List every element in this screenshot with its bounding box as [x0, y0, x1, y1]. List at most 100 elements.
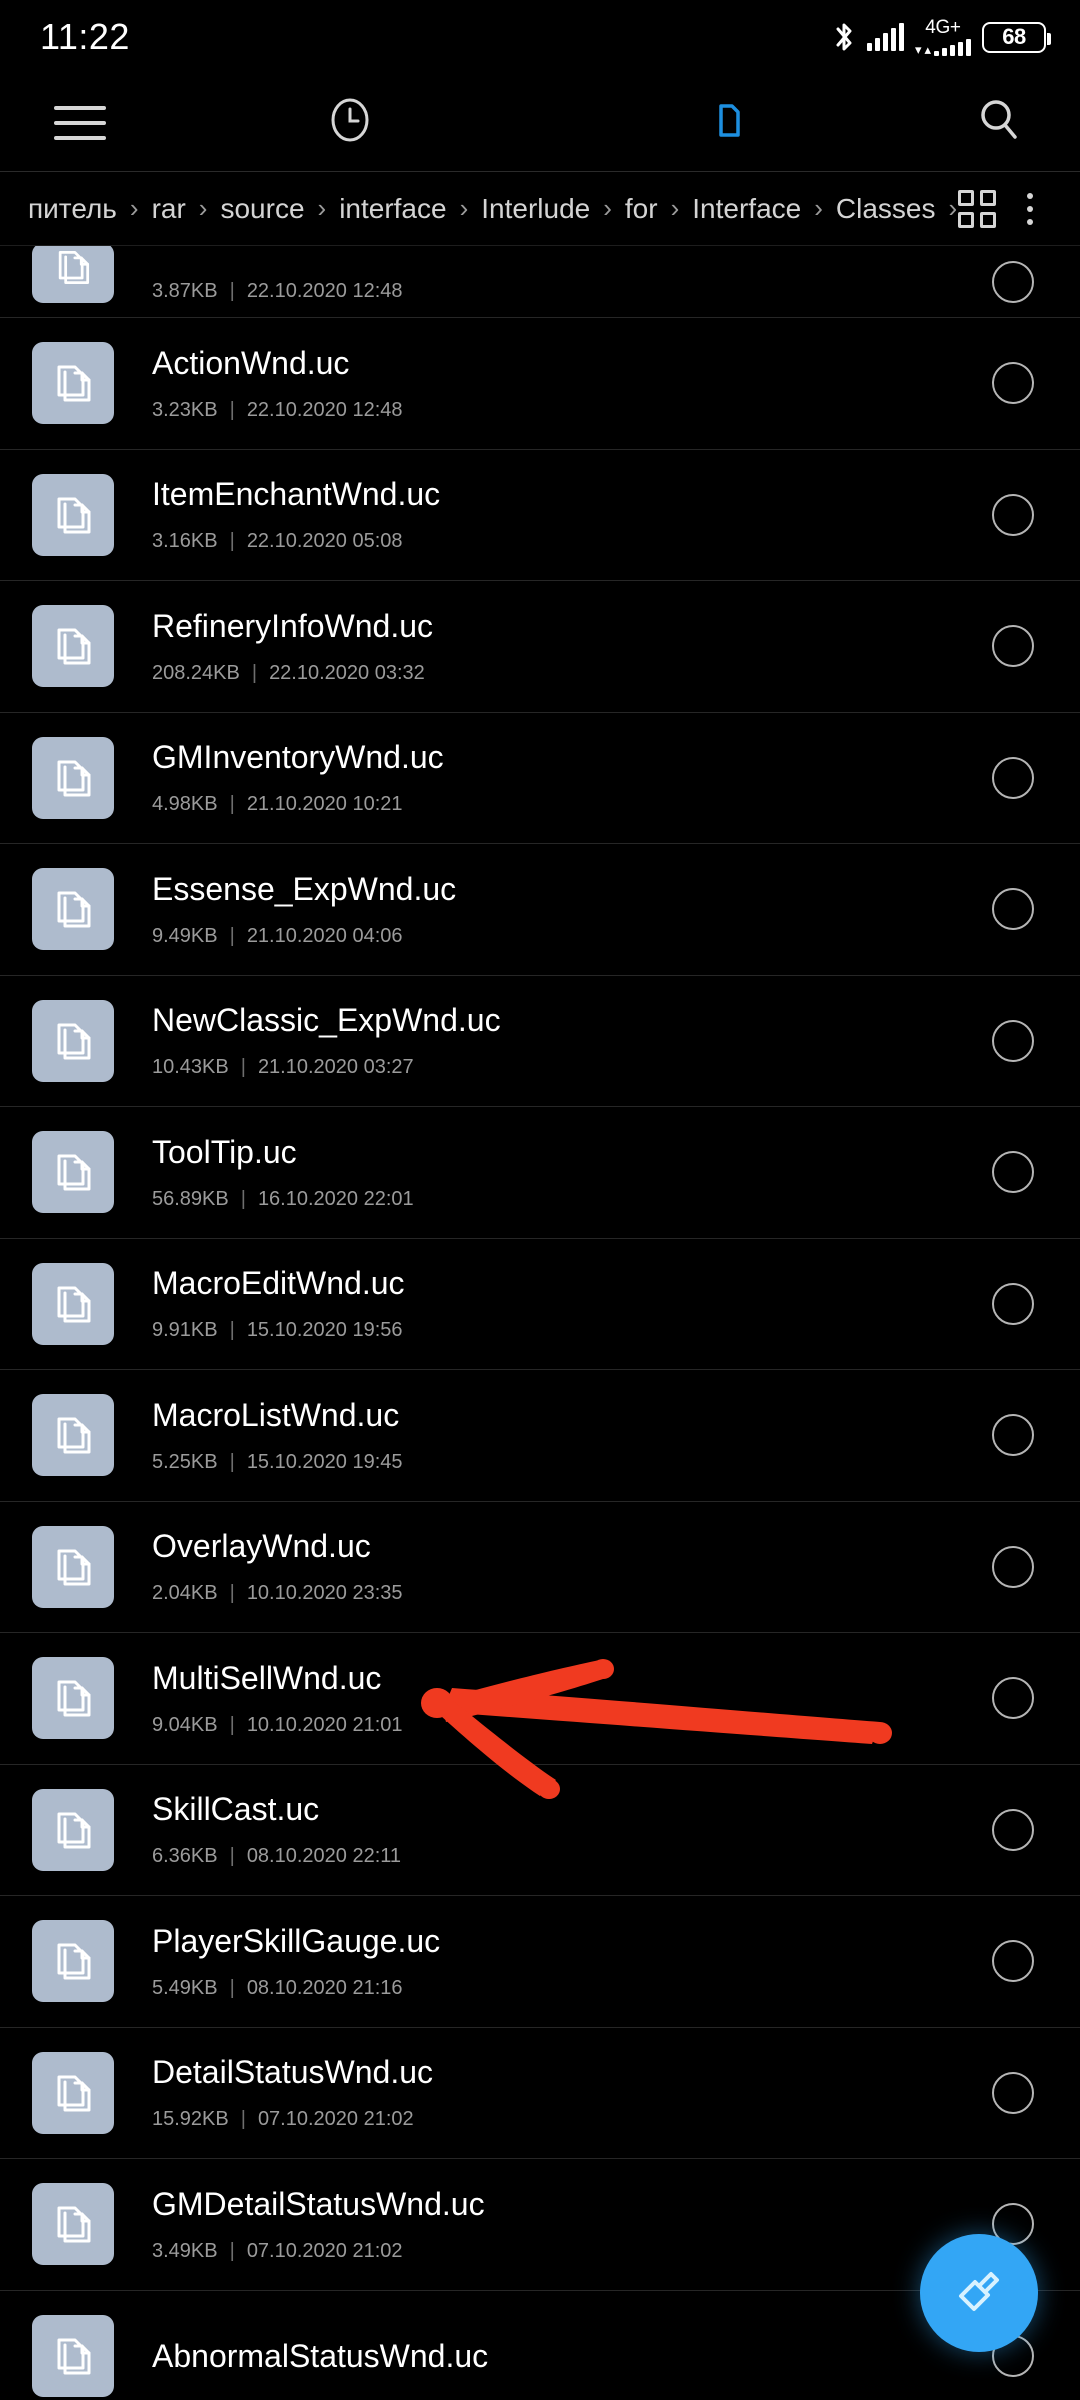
grid-view-icon[interactable]	[958, 189, 996, 228]
file-list-item[interactable]: GMDetailStatusWnd.uc 3.49KB | 07.10.2020 21…	[0, 2159, 1080, 2291]
breadcrumb-item[interactable]: Interface	[692, 193, 801, 224]
breadcrumb-separator: ›	[459, 193, 469, 223]
breadcrumb-separator: ›	[129, 193, 139, 223]
file-list-item[interactable]: ItemEnchantWnd.uc 3.16KB | 22.10.2020 05:08	[0, 450, 1080, 581]
file-size: 9.04KB	[152, 1713, 218, 1736]
file-list-item[interactable]: MultiSellWnd.uc 9.04KB | 10.10.2020 21:01	[0, 1633, 1080, 1765]
file-select-checkbox[interactable]	[992, 1019, 1034, 1062]
meta-separator: |	[229, 1319, 235, 1342]
file-size-date: 208.24KB | 22.10.2020 03:32	[152, 661, 992, 685]
cleaner-fab-button[interactable]	[920, 2234, 1038, 2352]
menu-button[interactable]	[0, 74, 160, 172]
file-type-icon	[32, 605, 114, 688]
hamburger-menu-icon	[54, 105, 106, 140]
file-select-checkbox[interactable]	[992, 888, 1034, 931]
file-meta: ActionWnd.uc 3.23KB | 22.10.2020 12:48	[114, 345, 992, 422]
file-type-icon	[32, 736, 114, 819]
file-date: 10.10.2020 21:01	[246, 1713, 403, 1736]
file-select-checkbox[interactable]	[992, 362, 1034, 405]
file-list-item[interactable]: RefineryInfoWnd.uc 208.24KB | 22.10.2020 03…	[0, 581, 1080, 713]
tab-recent[interactable]	[160, 74, 540, 172]
file-select-checkbox[interactable]	[992, 1545, 1034, 1588]
file-list-item[interactable]: NewClassic_ExpWnd.uc 10.43KB | 21.10.2020 0…	[0, 976, 1080, 1107]
file-type-icon	[32, 473, 114, 556]
file-select-checkbox[interactable]	[992, 625, 1034, 668]
file-type-icon	[32, 999, 114, 1082]
meta-separator: |	[229, 2239, 235, 2262]
top-toolbar	[0, 74, 1080, 172]
file-meta: SkillCast.uc 6.36KB | 08.10.2020 22:11	[114, 1791, 992, 1868]
file-size: 9.91KB	[152, 1319, 218, 1342]
meta-separator: |	[229, 1845, 235, 1868]
file-name: GMDetailStatusWnd.uc	[152, 2185, 485, 2222]
file-name: OverlayWnd.uc	[152, 1528, 371, 1565]
file-select-checkbox[interactable]	[992, 1940, 1034, 1983]
file-list[interactable]: 3.87KB | 22.10.2020 12:48 ActionWnd.uc 3.23K…	[0, 246, 1080, 2400]
file-list-item[interactable]: ActionWnd.uc 3.23KB | 22.10.2020 12:48	[0, 318, 1080, 450]
meta-separator: |	[229, 1582, 235, 1605]
search-button[interactable]	[920, 74, 1080, 172]
meta-separator: |	[229, 530, 235, 553]
file-size: 15.92KB	[152, 2108, 229, 2131]
file-type-icon	[32, 1920, 114, 2003]
file-select-checkbox[interactable]	[992, 493, 1034, 536]
file-size: 4.98KB	[152, 793, 218, 816]
meta-separator: |	[240, 1056, 246, 1079]
file-list-item[interactable]: MacroEditWnd.uc 9.91KB | 15.10.2020 19:56	[0, 1239, 1080, 1370]
search-icon	[974, 94, 1026, 151]
file-type-icon	[32, 1262, 114, 1345]
file-size: 3.49KB	[152, 2239, 218, 2262]
status-bar-clock: 11:22	[40, 16, 130, 57]
file-select-checkbox[interactable]	[992, 1677, 1034, 1720]
file-type-icon	[32, 1525, 114, 1608]
file-select-checkbox[interactable]	[992, 1808, 1034, 1851]
file-list-item[interactable]: ToolTip.uc 56.89KB | 16.10.2020 22:01	[0, 1107, 1080, 1239]
breadcrumb-item[interactable]: питель	[28, 193, 117, 224]
file-type-icon	[32, 2051, 114, 2134]
breadcrumb-item[interactable]: Interlude	[481, 193, 590, 224]
breadcrumb-item[interactable]: rar	[152, 193, 186, 224]
breadcrumb-item[interactable]: source	[220, 193, 304, 224]
tab-files[interactable]	[540, 74, 920, 172]
file-select-checkbox[interactable]	[992, 2071, 1034, 2114]
meta-separator: |	[240, 1187, 246, 1210]
file-list-item[interactable]: SkillCast.uc 6.36KB | 08.10.2020 22:11	[0, 1765, 1080, 1896]
file-type-icon	[32, 868, 114, 951]
file-list-item[interactable]: 3.87KB | 22.10.2020 12:48	[0, 246, 1080, 318]
battery-icon: 68	[982, 21, 1051, 53]
file-size: 208.24KB	[152, 661, 240, 684]
breadcrumb-bar: питель › rar › source › interface › Interlude › fo…	[0, 172, 1080, 246]
file-list-item[interactable]: OverlayWnd.uc 2.04KB | 10.10.2020 23:35	[0, 1502, 1080, 1633]
breadcrumb-separator: ›	[814, 193, 823, 223]
file-size-date: 4.98KB | 21.10.2020 10:21	[152, 792, 992, 816]
file-meta: AbnormalStatusWnd.uc	[114, 2338, 992, 2374]
file-list-item[interactable]: AbnormalStatusWnd.uc	[0, 2291, 1080, 2400]
more-options-icon[interactable]	[1006, 185, 1054, 233]
file-list-item[interactable]: GMInventoryWnd.uc 4.98KB | 21.10.2020 10:21	[0, 713, 1080, 844]
breadcrumb-item[interactable]: for	[625, 193, 658, 224]
file-date: 22.10.2020 03:32	[269, 661, 425, 684]
file-list-item[interactable]: Essense_ExpWnd.uc 9.49KB | 21.10.2020 04:06	[0, 844, 1080, 976]
file-select-checkbox[interactable]	[992, 1414, 1034, 1457]
file-name: ItemEnchantWnd.uc	[152, 476, 441, 513]
file-meta: MacroListWnd.uc 5.25KB | 15.10.2020 19:45	[114, 1397, 992, 1474]
file-select-checkbox[interactable]	[992, 1151, 1034, 1194]
breadcrumb-item[interactable]: Classes	[836, 193, 936, 224]
breadcrumb[interactable]: питель › rar › source › interface › Interlude › fo…	[0, 193, 958, 224]
file-select-checkbox[interactable]	[992, 756, 1034, 799]
file-list-item[interactable]: DetailStatusWnd.uc 15.92KB | 07.10.2020 21:…	[0, 2028, 1080, 2159]
file-size-date: 2.04KB | 10.10.2020 23:35	[152, 1581, 992, 1605]
file-list-item[interactable]: MacroListWnd.uc 5.25KB | 15.10.2020 19:45	[0, 1370, 1080, 1502]
file-name: ToolTip.uc	[152, 1133, 297, 1170]
file-type-icon	[32, 1131, 114, 1214]
file-select-checkbox[interactable]	[992, 261, 1034, 303]
battery-level-label: 68	[1002, 24, 1026, 49]
file-size-date: 9.49KB | 21.10.2020 04:06	[152, 924, 992, 948]
breadcrumb-item[interactable]: interface	[339, 193, 446, 224]
file-select-checkbox[interactable]	[992, 1282, 1034, 1325]
file-size: 3.87KB	[152, 280, 218, 302]
file-size-date: 5.25KB | 15.10.2020 19:45	[152, 1450, 992, 1474]
cleaner-brush-icon	[948, 2260, 1010, 2327]
file-list-item[interactable]: PlayerSkillGauge.uc 5.49KB | 08.10.2020 21:…	[0, 1896, 1080, 2028]
file-size-date: 6.36KB | 08.10.2020 22:11	[152, 1844, 992, 1868]
